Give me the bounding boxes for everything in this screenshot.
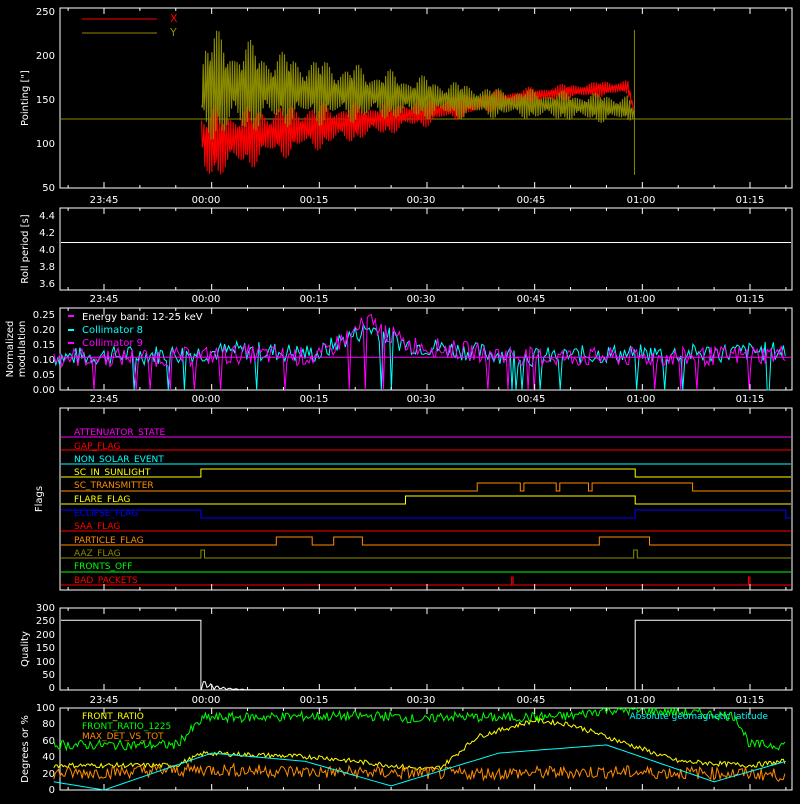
- modulation-legend-energy: Energy band: 12-25 keV: [82, 312, 203, 323]
- quality-ytick: 200: [36, 630, 55, 641]
- roll-ytick: 4.2: [39, 228, 55, 239]
- ratio-ytick: 40: [42, 752, 55, 763]
- quality-xtick: 23:45: [90, 695, 119, 706]
- pointing-xtick: 00:15: [300, 195, 329, 206]
- ratio-legend-front: FRONT_RATIO: [82, 712, 144, 722]
- modulation-xtick: 01:00: [627, 394, 656, 405]
- flag-label: AAZ_FLAG: [74, 549, 121, 559]
- roll-xtick: 00:00: [192, 294, 221, 305]
- quality-ytick: 0: [49, 683, 55, 694]
- pointing-legend-y-label: Y: [169, 26, 177, 39]
- pointing-xtick: 00:30: [407, 195, 436, 206]
- modulation-xtick: 00:45: [517, 394, 546, 405]
- pointing-xtick: 23:45: [90, 195, 119, 206]
- ratio-ytick: 60: [42, 736, 55, 747]
- chart-stage: Pointing ["] Roll period [s] Normalized …: [0, 0, 800, 800]
- flag-label: FRONTS_OFF: [74, 562, 132, 572]
- quality-xtick: 00:00: [192, 695, 221, 706]
- modulation-ytick: 0.15: [33, 340, 55, 351]
- flag-label: NON_SOLAR_EVENT: [74, 455, 164, 465]
- pointing-ytick: 250: [36, 7, 55, 18]
- modulation-xtick: 01:15: [736, 394, 765, 405]
- roll-ytick: 4.0: [39, 245, 55, 256]
- roll-ytick: 3.8: [39, 262, 55, 273]
- quality-xtick: 00:45: [517, 695, 546, 706]
- pointing-xtick: 00:45: [517, 195, 546, 206]
- quality-xtick: 00:15: [300, 695, 329, 706]
- pointing-ytick: 200: [36, 51, 55, 62]
- quality-ytick: 150: [36, 643, 55, 654]
- ratio-ylabel: Degrees or %: [20, 715, 31, 783]
- ratio-ytick: 100: [36, 703, 55, 714]
- flag-label: SC_IN_SUNLIGHT: [74, 468, 151, 478]
- quality-ytick: 250: [36, 616, 55, 627]
- flag-label: FLARE_FLAG: [74, 495, 130, 505]
- roll-ylabel: Roll period [s]: [20, 214, 31, 283]
- flag-label: ECLIPSE_FLAG: [74, 509, 138, 519]
- ratio-legend-front1225: FRONT_RATIO_1225: [82, 722, 171, 732]
- quality-ytick: 300: [36, 603, 55, 614]
- modulation-ytick: 0.00: [33, 385, 55, 396]
- pointing-xtick: 01:15: [736, 195, 765, 206]
- modulation-ytick: 0.10: [33, 355, 55, 366]
- modulation-xtick: 00:15: [300, 394, 329, 405]
- pointing-ytick: 100: [36, 139, 55, 150]
- roll-xtick: 01:00: [627, 294, 656, 305]
- modulation-ytick: 0.20: [33, 325, 55, 336]
- pointing-xtick: 01:00: [627, 195, 656, 206]
- flags-ylabel: Flags: [34, 486, 45, 512]
- roll-xtick: 23:45: [90, 294, 119, 305]
- flag-label: SAA_FLAG: [74, 522, 120, 532]
- quality-ytick: 100: [36, 657, 55, 668]
- multi-panel-chart: Pointing ["] Roll period [s] Normalized …: [0, 0, 800, 800]
- ratio-legend-maxdet: MAX_DET_VS_TOT: [82, 732, 164, 742]
- modulation-xtick: 00:30: [407, 394, 436, 405]
- flag-label: SC_TRANSMITTER: [74, 481, 154, 491]
- roll-xtick: 00:45: [517, 294, 546, 305]
- pointing-legend-x-label: X: [170, 12, 178, 25]
- roll-ytick: 4.4: [39, 211, 55, 222]
- quality-ytick: 50: [42, 670, 55, 681]
- ratio-ytick: 20: [42, 769, 55, 780]
- modulation-ylabel-line2: modulation: [17, 321, 28, 378]
- flag-label: PARTICLE_FLAG: [74, 536, 144, 546]
- modulation-ylabel-line1: Normalized: [5, 321, 16, 378]
- roll-xtick: 00:15: [300, 294, 329, 305]
- pointing-ytick: 50: [42, 183, 55, 194]
- modulation-xtick: 00:00: [192, 394, 221, 405]
- roll-ytick: 3.6: [39, 279, 55, 290]
- pointing-xtick: 00:00: [192, 195, 221, 206]
- modulation-legend-c9: Collimator 9: [82, 338, 143, 349]
- quality-xtick: 00:30: [407, 695, 436, 706]
- flag-label: GAP_FLAG: [74, 442, 120, 452]
- quality-ylabel: Quality: [20, 631, 31, 667]
- flag-label: ATTENUATOR_STATE: [74, 428, 166, 438]
- modulation-xtick: 23:45: [90, 394, 119, 405]
- modulation-legend-c8: Collimator 8: [82, 325, 143, 336]
- quality-xtick: 01:15: [736, 695, 765, 706]
- flag-label: BAD_PACKETS: [74, 576, 138, 586]
- quality-xtick: 01:00: [627, 695, 656, 706]
- ratio-ytick: 80: [42, 719, 55, 730]
- pointing-ylabel: Pointing ["]: [20, 70, 31, 126]
- ratio-ytick: 0: [49, 785, 55, 796]
- modulation-ytick: 0.25: [33, 310, 55, 321]
- pointing-ytick: 150: [36, 95, 55, 106]
- roll-xtick: 01:15: [736, 294, 765, 305]
- ratio-legend-geolat: Absolute geomagnetic latitude: [629, 712, 768, 722]
- roll-xtick: 00:30: [407, 294, 436, 305]
- modulation-ytick: 0.05: [33, 370, 55, 381]
